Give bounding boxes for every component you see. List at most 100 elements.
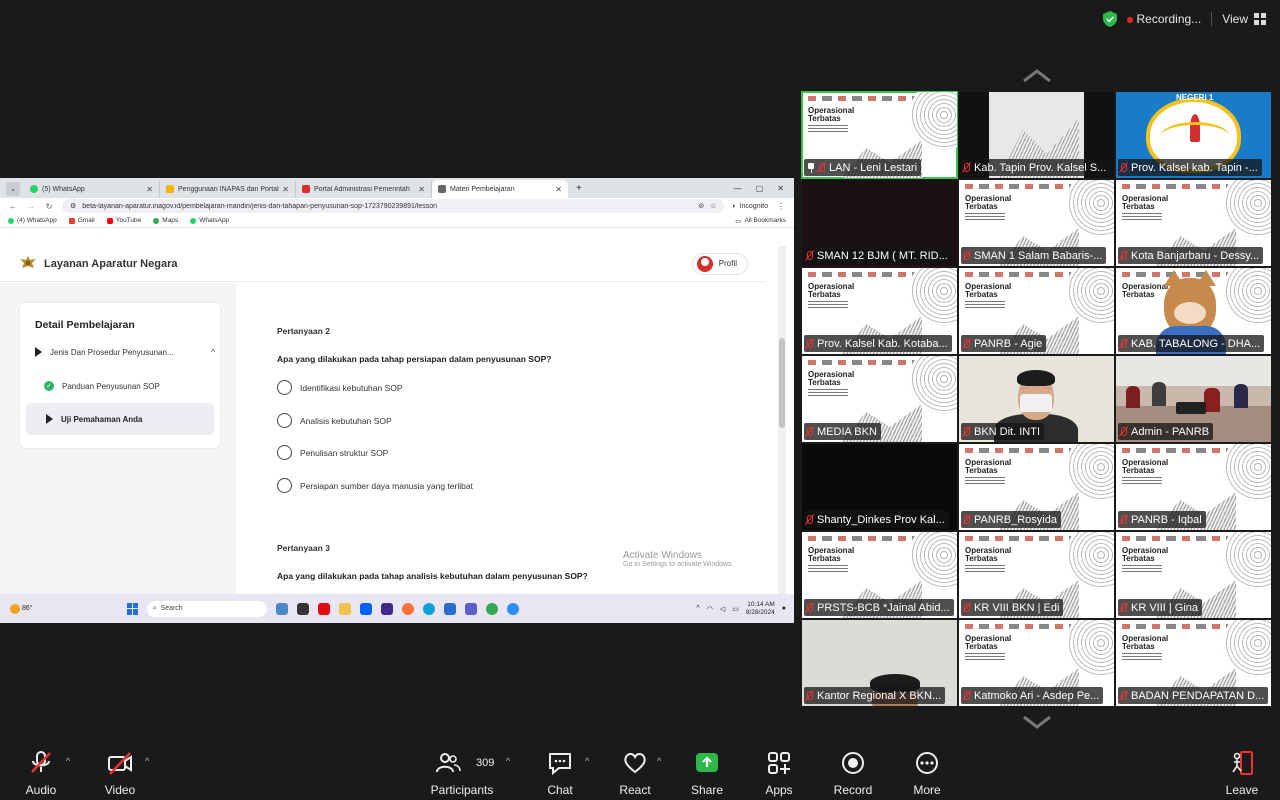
- participant-tile[interactable]: Operasional Terbatas Kota Banjarbaru - De…: [1116, 180, 1271, 266]
- caret-up-icon[interactable]: ^: [145, 756, 149, 766]
- url-field[interactable]: ⚙ beta-layanan-aparatur.inagov.id/pembel…: [62, 199, 725, 213]
- participant-tile[interactable]: Operasional Terbatas SMAN 1 Salam Babaris…: [959, 180, 1114, 266]
- back-arrow-icon[interactable]: ←: [8, 202, 18, 211]
- participant-tile[interactable]: Operasional Terbatas Prov. Kalsel Kab. Ko…: [802, 268, 957, 354]
- participant-tile[interactable]: Operasional Terbatas BADAN PENDAPATAN D..…: [1116, 620, 1271, 706]
- participant-tile[interactable]: Operasional Terbatas KR VIII | Gina: [1116, 532, 1271, 618]
- participant-tile[interactable]: NEGERI 1 Prov. Kalsel kab. Tapin -...: [1116, 92, 1271, 178]
- radio-button[interactable]: [277, 380, 292, 395]
- participant-tile[interactable]: Operasional Terbatas KAB. TABALONG - DHA.…: [1116, 268, 1271, 354]
- bookmark-item[interactable]: Maps: [153, 217, 178, 224]
- new-tab-plus-icon[interactable]: +: [576, 183, 582, 194]
- answer-option[interactable]: Penulisan struktur SOP: [277, 445, 388, 460]
- profile-button[interactable]: Profil: [691, 252, 748, 275]
- module-accordion[interactable]: Jenis Dan Prosedur Penyusunan... ^: [35, 347, 215, 357]
- scrollbar-thumb[interactable]: [779, 338, 785, 428]
- participant-tile[interactable]: Admin - PANRB: [1116, 356, 1271, 442]
- star-icon[interactable]: ☆: [710, 202, 716, 210]
- participant-tile[interactable]: Kab. Tapin Prov. Kalsel S...: [959, 92, 1114, 178]
- participant-tile[interactable]: Operasional Terbatas Katmoko Ari - Asdep …: [959, 620, 1114, 706]
- close-icon[interactable]: ✕: [146, 185, 153, 194]
- caret-up-icon[interactable]: ^: [66, 756, 70, 766]
- participant-tile[interactable]: Operasional Terbatas PANRB - Iqbal: [1116, 444, 1271, 530]
- browser-tab[interactable]: Portal Administrasi Pemerintah ✕: [296, 180, 432, 198]
- teams-icon[interactable]: [464, 602, 477, 615]
- participant-tile[interactable]: Operasional Terbatas KR VIII BKN | Edi: [959, 532, 1114, 618]
- minimize-icon[interactable]: —: [734, 184, 742, 193]
- browser-tab[interactable]: Penggunaan INAPAS dan Portal ✕: [160, 180, 296, 198]
- tab-search-button[interactable]: ⌄: [6, 182, 20, 196]
- eye-off-icon[interactable]: ⊘: [698, 202, 704, 210]
- browser-tab[interactable]: (5) WhatsApp ✕: [24, 180, 160, 198]
- close-icon[interactable]: ✕: [282, 185, 289, 194]
- taskbar-search[interactable]: ⌕ Search: [146, 600, 267, 617]
- windows-start-icon[interactable]: [126, 602, 139, 615]
- garuda-logo-icon[interactable]: [18, 254, 38, 274]
- participant-tile[interactable]: Operasional Terbatas PRSTS-BCB *Jainal Ab…: [802, 532, 957, 618]
- lesson-item-active[interactable]: Uji Pemahaman Anda: [26, 403, 214, 435]
- radio-button[interactable]: [277, 478, 292, 493]
- battery-icon[interactable]: ▭: [732, 605, 739, 613]
- participant-tile[interactable]: Operasional Terbatas PANRB_Rosyida: [959, 444, 1114, 530]
- taskview-icon[interactable]: [296, 602, 309, 615]
- more-button[interactable]: More: [895, 750, 959, 797]
- caret-up-icon[interactable]: ^: [657, 756, 661, 766]
- chrome-icon[interactable]: [485, 602, 498, 615]
- answer-option[interactable]: Persiapan sumber daya manusia yang terli…: [277, 478, 473, 493]
- widgets-icon[interactable]: [275, 602, 288, 615]
- apps-button[interactable]: Apps: [747, 750, 811, 797]
- weather-widget[interactable]: 86°: [10, 603, 33, 614]
- app-icon[interactable]: [380, 602, 393, 615]
- bookmark-item[interactable]: YouTube: [106, 217, 141, 224]
- chevron-down-icon[interactable]: [1022, 714, 1052, 730]
- radio-button[interactable]: [277, 413, 292, 428]
- share-button[interactable]: Share: [675, 750, 739, 797]
- close-window-icon[interactable]: ✕: [777, 184, 784, 193]
- chevron-up-icon[interactable]: ^: [696, 605, 699, 612]
- video-button[interactable]: Video: [88, 750, 152, 797]
- chat-button[interactable]: Chat: [528, 750, 592, 797]
- recording-indicator[interactable]: Recording...: [1126, 12, 1201, 26]
- store-icon[interactable]: [443, 602, 456, 615]
- all-bookmarks-button[interactable]: ▭ All Bookmarks: [735, 217, 786, 225]
- caret-up-icon[interactable]: ^: [506, 756, 510, 766]
- browser-tab-active[interactable]: Materi Pembelajaran ✕: [432, 180, 568, 198]
- notification-icon[interactable]: ●: [782, 605, 786, 612]
- volume-icon[interactable]: ◁: [720, 605, 725, 613]
- answer-option[interactable]: Analisis kebutuhan SOP: [277, 413, 392, 428]
- close-icon[interactable]: ✕: [418, 185, 425, 194]
- file-explorer-icon[interactable]: [338, 602, 351, 615]
- firefox-icon[interactable]: [401, 602, 414, 615]
- reload-icon[interactable]: ↻: [44, 202, 54, 211]
- bookmark-item[interactable]: Gmail: [68, 217, 95, 224]
- wifi-icon[interactable]: ◠: [707, 605, 713, 613]
- zoom-icon[interactable]: [506, 602, 519, 615]
- audio-button[interactable]: Audio: [9, 750, 73, 797]
- incognito-indicator[interactable]: ◐ Incognito: [732, 203, 768, 210]
- chevron-up-icon[interactable]: [1022, 68, 1052, 84]
- bookmark-item[interactable]: WhatsApp: [190, 217, 229, 224]
- edge-icon[interactable]: [422, 602, 435, 615]
- maximize-icon[interactable]: ▢: [756, 184, 764, 193]
- participant-tile[interactable]: Operasional Terbatas LAN - Leni Lestari: [801, 91, 958, 179]
- record-button[interactable]: Record: [821, 750, 885, 797]
- participant-tile[interactable]: BKN Dit. INTI: [959, 356, 1114, 442]
- clock[interactable]: 10:14 AM 8/28/2024: [746, 601, 775, 617]
- bookmark-item[interactable]: (4) WhatsApp: [8, 217, 57, 224]
- leave-button[interactable]: Leave: [1210, 750, 1274, 797]
- participant-tile[interactable]: SMAN 12 BJM ( MT. RID...: [802, 180, 957, 266]
- participant-tile[interactable]: Kantor Regional X BKN...: [802, 620, 957, 706]
- close-icon[interactable]: ✕: [555, 185, 562, 194]
- page-scrollbar[interactable]: [778, 246, 786, 594]
- participant-tile[interactable]: Operasional Terbatas MEDIA BKN: [802, 356, 957, 442]
- participant-tile[interactable]: Operasional Terbatas PANRB - Agie: [959, 268, 1114, 354]
- forward-arrow-icon[interactable]: →: [26, 202, 36, 211]
- site-info-icon[interactable]: ⚙: [70, 202, 76, 210]
- site-title[interactable]: Layanan Aparatur Negara: [44, 258, 177, 270]
- radio-button[interactable]: [277, 445, 292, 460]
- view-menu-button[interactable]: View: [1222, 12, 1266, 26]
- answer-option[interactable]: Identifikasi kebutuhan SOP: [277, 380, 403, 395]
- lesson-item[interactable]: ✓ Panduan Penyusunan SOP: [44, 381, 160, 391]
- caret-up-icon[interactable]: ^: [585, 756, 589, 766]
- kebab-menu-icon[interactable]: ⋮: [776, 202, 786, 211]
